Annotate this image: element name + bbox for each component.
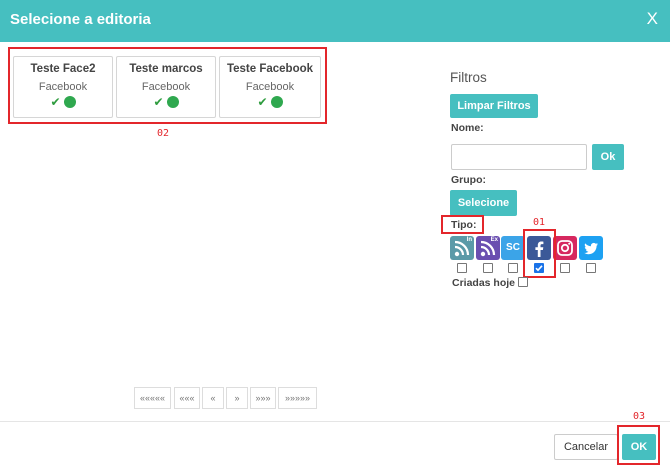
modal-title: Selecione a editoria <box>10 11 151 28</box>
annotation-box-01 <box>523 229 556 278</box>
rss-linkedin-icon[interactable]: In <box>450 236 474 260</box>
type-badge: In <box>466 237 472 243</box>
page-prev-group-button[interactable]: ««« <box>174 387 200 409</box>
twitter-icon[interactable] <box>579 236 603 260</box>
page-first-button[interactable]: ««««« <box>134 387 171 409</box>
annotation-box-tipo <box>441 215 484 234</box>
cancel-button[interactable]: Cancelar <box>554 434 618 460</box>
rss-excel-icon[interactable]: Ex <box>476 236 500 260</box>
type-checkbox-instagram[interactable] <box>560 263 570 273</box>
footer-divider <box>0 421 670 422</box>
name-label: Nome: <box>451 122 484 134</box>
modal-header: Selecione a editoria X <box>0 0 670 42</box>
instagram-icon[interactable] <box>553 236 577 260</box>
name-input[interactable] <box>451 144 587 170</box>
type-badge: Ex <box>490 237 498 243</box>
type-checkbox-rss-linkedin[interactable] <box>457 263 467 273</box>
filters-title: Filtros <box>450 70 487 85</box>
page-last-button[interactable]: »»»»» <box>278 387 317 409</box>
type-checkbox-twitter[interactable] <box>586 263 596 273</box>
name-ok-button[interactable]: Ok <box>592 144 624 170</box>
annotation-label-02: 02 <box>157 128 170 139</box>
today-label: Criadas hoje <box>452 277 516 289</box>
annotation-box-02 <box>8 47 327 124</box>
annotation-box-03 <box>617 425 660 465</box>
today-checkbox[interactable] <box>518 277 528 287</box>
page-prev-button[interactable]: « <box>202 387 224 409</box>
page-next-group-button[interactable]: »»» <box>250 387 276 409</box>
page-next-button[interactable]: » <box>226 387 248 409</box>
close-button[interactable]: X <box>647 9 658 29</box>
group-label: Grupo: <box>451 174 486 186</box>
group-select-button[interactable]: Selecione <box>450 190 517 216</box>
annotation-label-01: 01 <box>533 217 546 228</box>
type-checkbox-rss-excel[interactable] <box>483 263 493 273</box>
clear-filters-button[interactable]: Limpar Filtros <box>450 94 538 118</box>
annotation-label-03: 03 <box>633 411 646 422</box>
type-checkbox-soundcloud[interactable] <box>508 263 518 273</box>
soundcloud-icon[interactable]: SC <box>501 236 525 260</box>
